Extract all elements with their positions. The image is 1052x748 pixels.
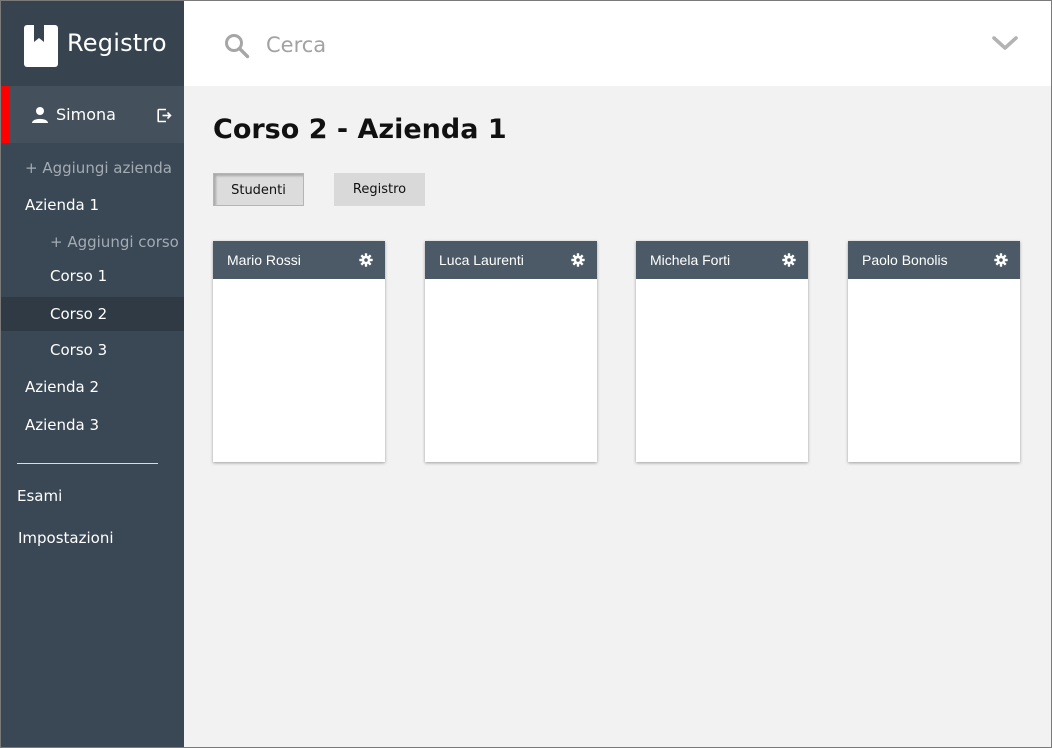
tab-registro[interactable]: Registro [334,173,425,206]
sidebar-item-azienda-3[interactable]: Azienda 3 [1,408,184,442]
sidebar-item-corso-3[interactable]: Corso 3 [1,333,184,367]
add-company-label: + Aggiungi azienda [25,159,172,177]
app-title: Registro [67,29,167,57]
app-window: Registro Simona + Aggiungi azienda Azien… [0,0,1052,748]
gear-icon[interactable] [571,253,585,267]
gear-icon[interactable] [782,253,796,267]
student-card[interactable]: Luca Laurenti [425,241,597,462]
student-name: Mario Rossi [227,252,301,268]
student-card[interactable]: Michela Forti [636,241,808,462]
user-name: Simona [56,105,116,124]
sidebar-item-azienda-1[interactable]: Azienda 1 [1,188,184,222]
user-icon [32,107,48,123]
page-title: Corso 2 - Azienda 1 [213,114,507,145]
sidebar-item-impostazioni[interactable]: Impostazioni [1,521,184,555]
chevron-down-icon[interactable] [991,34,1019,52]
add-course-link[interactable]: + Aggiungi corso [1,225,184,259]
sidebar-item-label: Corso 2 [50,305,108,323]
sidebar-item-label: Azienda 3 [25,416,100,434]
student-name: Paolo Bonolis [862,252,948,268]
student-card-header: Michela Forti [636,241,808,279]
student-card-header: Paolo Bonolis [848,241,1020,279]
student-name: Michela Forti [650,252,731,268]
sidebar: Registro Simona + Aggiungi azienda Azien… [1,1,184,747]
search-input[interactable] [266,27,886,63]
tab-studenti[interactable]: Studenti [213,173,304,206]
active-indicator [1,86,10,143]
search-icon [225,34,250,59]
brand[interactable]: Registro [1,1,184,86]
add-company-link[interactable]: + Aggiungi azienda [1,151,184,185]
gear-icon[interactable] [994,253,1008,267]
sidebar-item-azienda-2[interactable]: Azienda 2 [1,370,184,404]
sidebar-item-label: Corso 3 [50,341,108,359]
add-course-label: + Aggiungi corso [50,233,179,251]
student-name: Luca Laurenti [439,252,524,268]
sidebar-item-label: Impostazioni [18,529,114,547]
sidebar-item-esami[interactable]: Esami [1,479,184,513]
student-card[interactable]: Mario Rossi [213,241,385,462]
student-card-header: Luca Laurenti [425,241,597,279]
user-row[interactable]: Simona [1,86,184,143]
sidebar-item-label: Esami [17,487,63,505]
sidebar-item-corso-1[interactable]: Corso 1 [1,259,184,293]
logout-icon[interactable] [157,108,172,123]
sidebar-item-label: Corso 1 [50,267,108,285]
student-card[interactable]: Paolo Bonolis [848,241,1020,462]
book-icon [24,25,58,67]
top-bar [184,1,1051,86]
student-card-header: Mario Rossi [213,241,385,279]
gear-icon[interactable] [359,253,373,267]
sidebar-item-label: Azienda 1 [25,196,100,214]
sidebar-item-label: Azienda 2 [25,378,100,396]
sidebar-item-corso-2[interactable]: Corso 2 [1,297,184,331]
sidebar-divider [17,463,158,464]
